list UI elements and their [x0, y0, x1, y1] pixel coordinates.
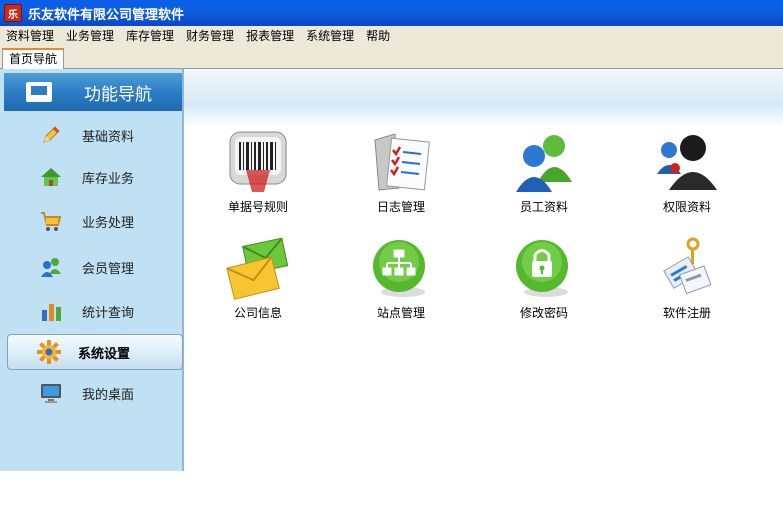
tile-employee-data[interactable]: 员工资料 [484, 130, 604, 220]
sidebar-item-business[interactable]: 业务处理 [4, 203, 182, 239]
tile-log-management[interactable]: 日志管理 [341, 130, 461, 220]
window-title: 乐友软件有限公司管理软件 [28, 7, 185, 23]
sidebar-item-label: 业务处理 [82, 215, 135, 231]
tab-home-navigation[interactable]: 首页导航 [2, 48, 65, 70]
tile-software-registration[interactable]: 软件注册 [627, 236, 747, 326]
sidebar-item-label: 我的桌面 [82, 387, 135, 403]
sidebar-item-members[interactable]: 会员管理 [4, 249, 182, 285]
tile-label: 员工资料 [519, 200, 568, 214]
monitor-icon [38, 381, 64, 405]
menu-item-data[interactable]: 资料管理 [0, 26, 60, 46]
sidebar-item-label: 基础资料 [82, 129, 135, 145]
checklist-folder-icon [369, 130, 433, 194]
sidebar-header-label: 功能导航 [84, 84, 152, 105]
sidebar-item-label: 会员管理 [82, 261, 135, 277]
tile-label: 权限资料 [662, 200, 711, 214]
user-admin-icon [655, 130, 719, 194]
menu-item-help[interactable]: 帮助 [360, 26, 396, 46]
house-icon [38, 165, 64, 189]
tile-document-number-rules[interactable]: 单据号规则 [198, 130, 318, 220]
menu-item-system[interactable]: 系统管理 [300, 26, 360, 46]
pencil-icon [38, 123, 64, 147]
tile-label: 单据号规则 [227, 200, 288, 214]
tile-label: 日志管理 [376, 200, 425, 214]
menu-item-business[interactable]: 业务管理 [60, 26, 120, 46]
padlock-icon [512, 236, 576, 300]
sidebar-item-inventory[interactable]: 库存业务 [4, 159, 182, 195]
sitemap-icon [369, 236, 433, 300]
members-icon [38, 255, 64, 279]
sidebar-item-label: 统计查询 [82, 305, 135, 321]
menu-item-reports[interactable]: 报表管理 [240, 26, 300, 46]
tile-label: 修改密码 [519, 306, 568, 320]
menu-item-finance[interactable]: 财务管理 [180, 26, 240, 46]
envelopes-icon [226, 236, 290, 300]
tile-site-management[interactable]: 站点管理 [341, 236, 461, 326]
tile-company-info[interactable]: 公司信息 [198, 236, 318, 326]
tab-strip: 首页导航 [0, 46, 783, 70]
tile-label: 公司信息 [233, 306, 282, 320]
menu-bar: 资料管理 业务管理 库存管理 财务管理 报表管理 系统管理 帮助 [0, 26, 783, 46]
tile-change-password[interactable]: 修改密码 [484, 236, 604, 326]
bar-chart-icon [38, 299, 64, 323]
sidebar-item-label: 库存业务 [82, 171, 135, 187]
menu-item-inventory[interactable]: 库存管理 [120, 26, 180, 46]
navigation-monitor-icon [26, 82, 52, 102]
sidebar-item-my-desktop[interactable]: 我的桌面 [4, 375, 182, 411]
tags-key-icon [655, 236, 719, 300]
users-icon [512, 130, 576, 194]
sidebar-header: 功能导航 [4, 73, 182, 111]
main-banner [184, 69, 783, 127]
sidebar-item-label: 系统设置 [78, 346, 131, 362]
sidebar-item-system-settings[interactable]: 系统设置 [7, 334, 183, 370]
app-logo-icon: 乐 [4, 4, 22, 22]
title-bar[interactable]: 乐 乐友软件有限公司管理软件 [0, 0, 783, 26]
sidebar: 功能导航 基础资料 库存业务 业务处理 会员管理 统计查询 系统设置 我的桌面 [0, 69, 184, 471]
tile-label: 软件注册 [662, 306, 711, 320]
barcode-scanner-icon [226, 130, 290, 194]
tile-label: 站点管理 [376, 306, 425, 320]
sidebar-item-basic-data[interactable]: 基础资料 [4, 117, 182, 153]
tile-permission-data[interactable]: 权限资料 [627, 130, 747, 220]
gear-icon [36, 340, 62, 364]
sidebar-item-statistics[interactable]: 统计查询 [4, 293, 182, 329]
cart-icon [38, 209, 64, 233]
